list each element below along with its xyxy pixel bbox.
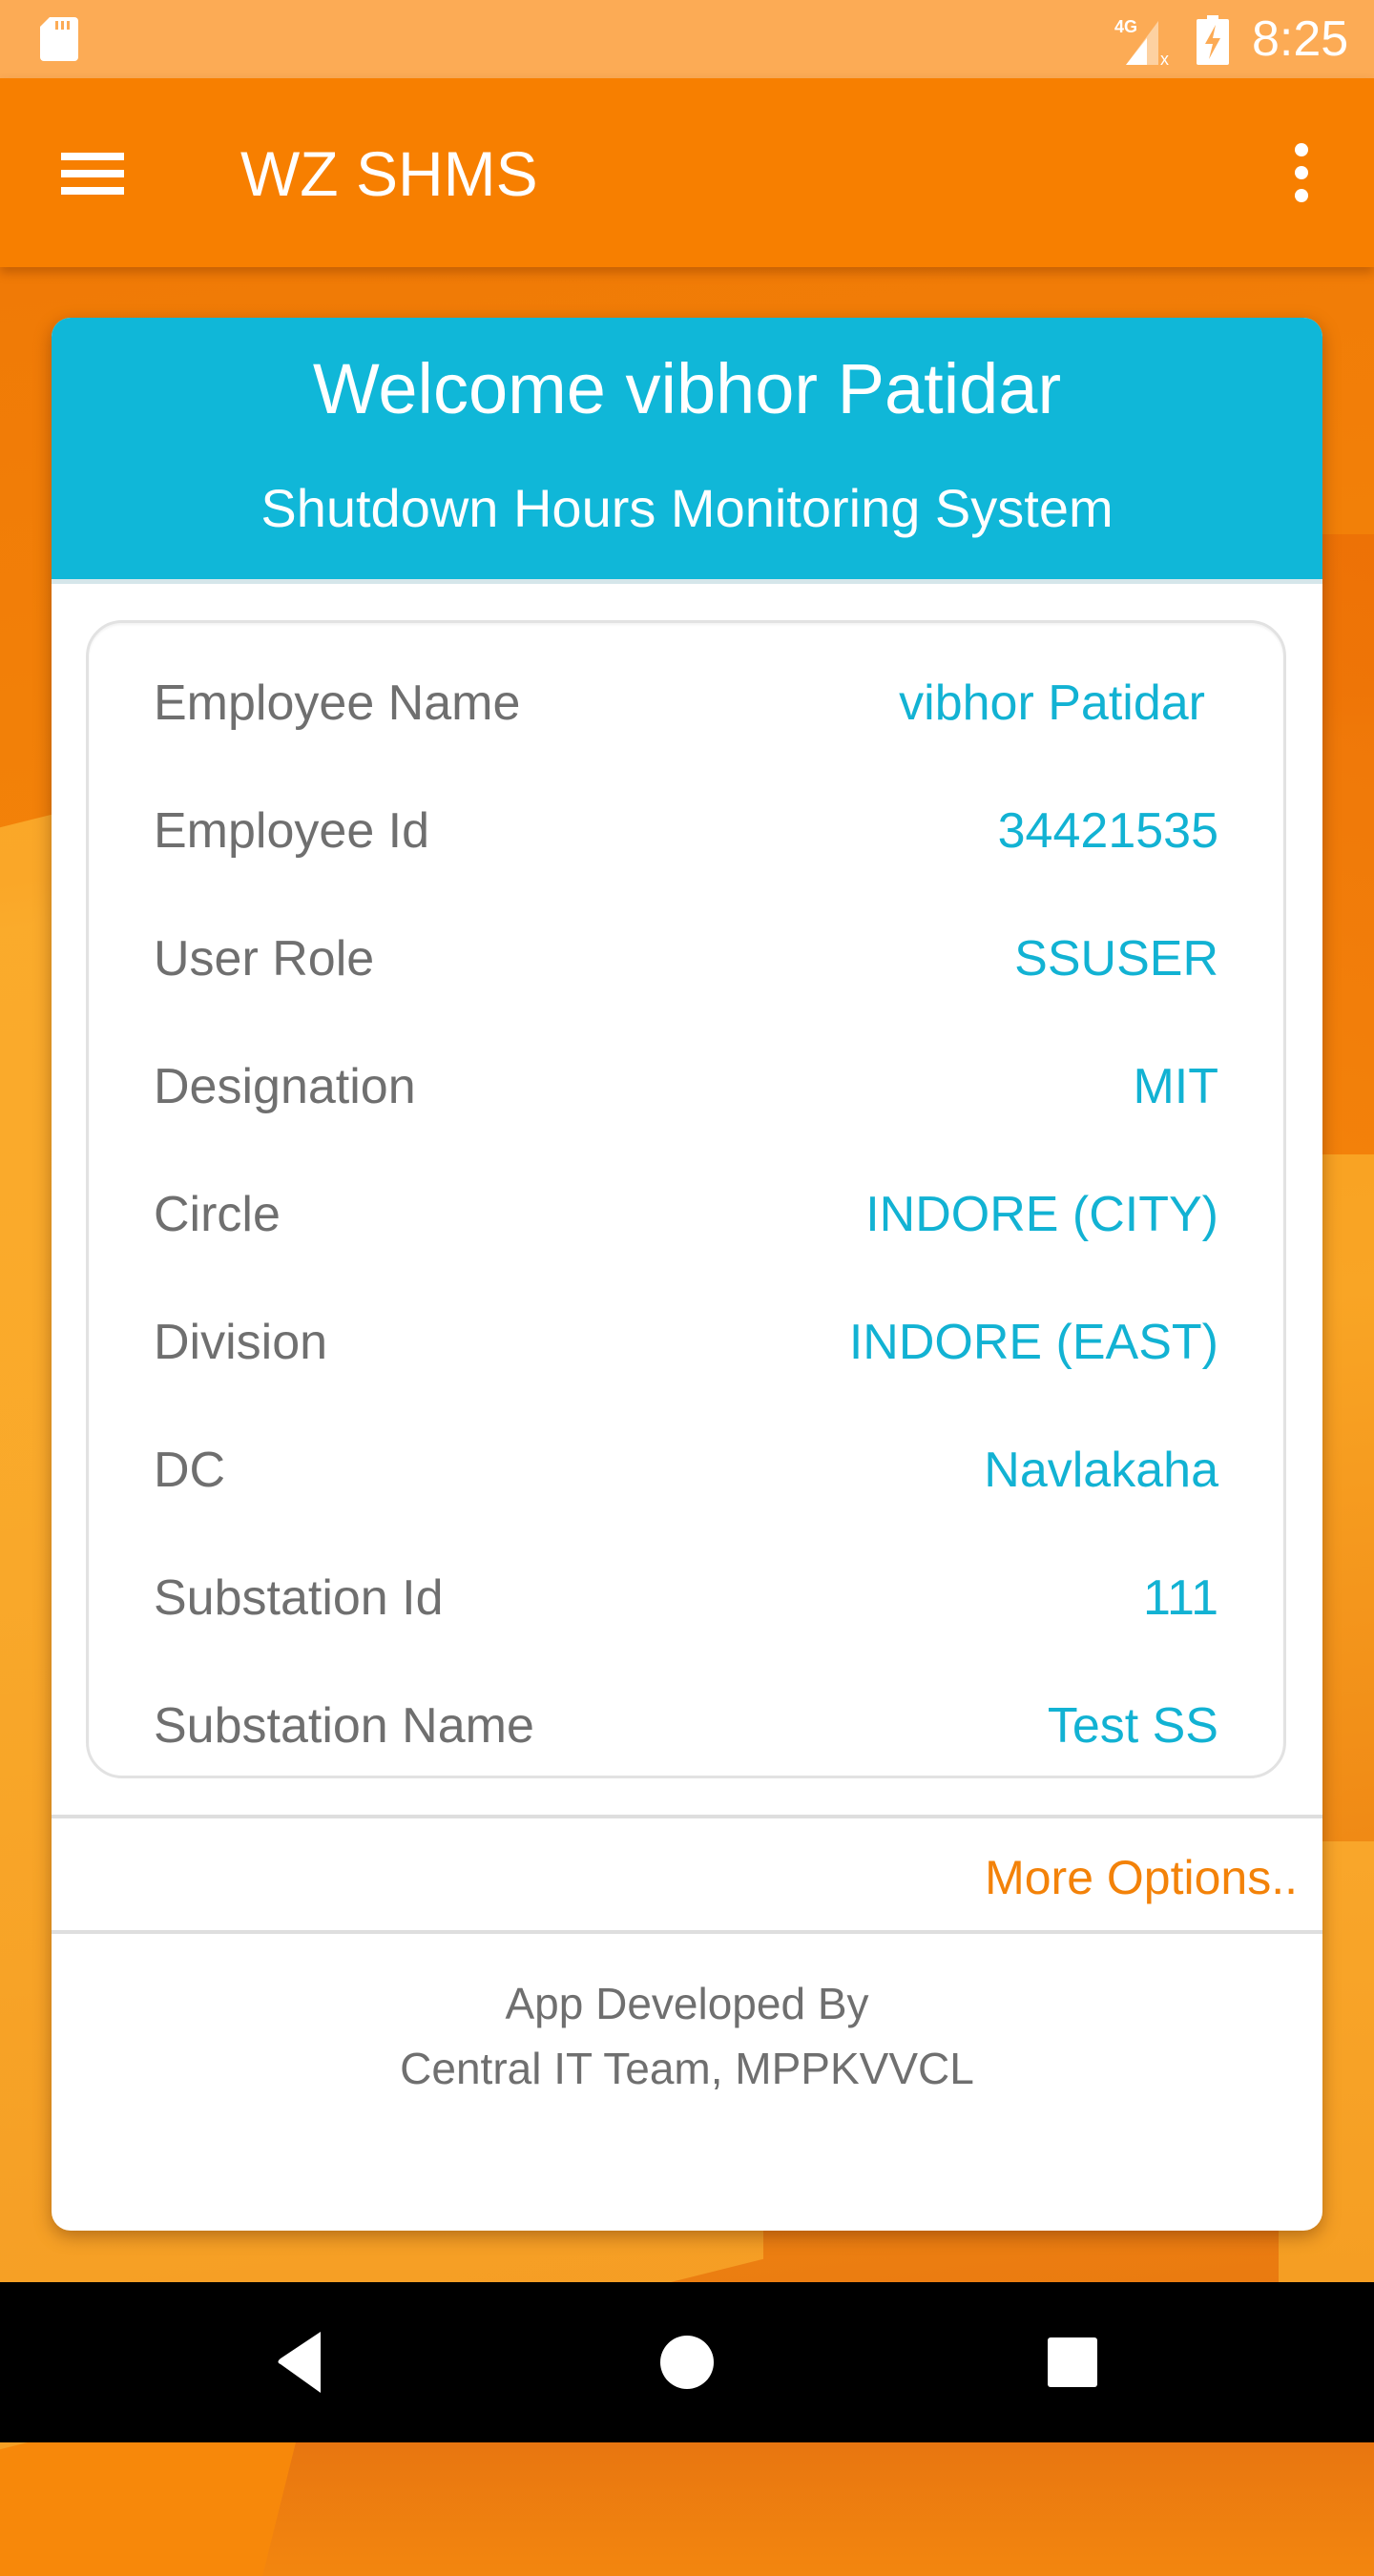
home-circle-icon[interactable] [630, 2315, 744, 2410]
info-value: 34421535 [997, 803, 1218, 859]
info-label: Employee Id [154, 803, 430, 859]
back-triangle-icon[interactable] [244, 2315, 359, 2410]
info-label: DC [154, 1443, 226, 1498]
employee-info-box: Employee Name vibhor Patidar Employee Id… [86, 620, 1286, 1778]
signal-4g-no-data-icon: 4G x [1114, 17, 1169, 65]
more-options-link[interactable]: More Options.. [985, 1844, 1298, 1911]
welcome-title: Welcome vibhor Patidar [312, 349, 1062, 428]
divider [52, 1930, 1322, 1934]
info-value: Test SS [1047, 1698, 1218, 1754]
app-bar: WZ SHMS [0, 78, 1374, 267]
info-row-dc: DC Navlakaha [89, 1423, 1283, 1518]
info-value: Navlakaha [984, 1443, 1218, 1498]
info-value: vibhor Patidar [899, 675, 1205, 731]
status-time: 8:25 [1252, 11, 1349, 67]
more-vert-icon[interactable] [1260, 124, 1345, 219]
info-label: Circle [154, 1187, 281, 1242]
divider [52, 1815, 1322, 1818]
info-row-employee-id: Employee Id 34421535 [89, 783, 1283, 879]
info-label: Substation Name [154, 1698, 534, 1754]
info-row-substation-id: Substation Id 111 [89, 1550, 1283, 1646]
hamburger-menu-icon[interactable] [46, 124, 141, 219]
info-label: Employee Name [154, 675, 521, 731]
info-value: INDORE (EAST) [848, 1315, 1218, 1370]
svg-text:4G: 4G [1114, 17, 1137, 36]
info-label: Substation Id [154, 1570, 444, 1626]
info-value: INDORE (CITY) [865, 1187, 1218, 1242]
info-row-substation-name: Substation Name Test SS [89, 1678, 1283, 1774]
info-row-user-role: User Role SSUSER [89, 911, 1283, 1007]
system-nav-bar [0, 2282, 1374, 2442]
info-value: MIT [1133, 1059, 1218, 1114]
svg-text:x: x [1160, 50, 1169, 65]
recents-square-icon[interactable] [1015, 2315, 1130, 2410]
info-label: Division [154, 1315, 328, 1370]
system-subtitle: Shutdown Hours Monitoring System [260, 478, 1114, 538]
info-row-division: Division INDORE (EAST) [89, 1295, 1283, 1390]
app-title: WZ SHMS [240, 138, 538, 209]
sd-card-icon [40, 17, 78, 61]
info-value: 111 [1142, 1570, 1218, 1626]
developer-credit-line1: App Developed By [505, 1979, 869, 2028]
profile-card: Welcome vibhor Patidar Shutdown Hours Mo… [52, 318, 1322, 2231]
status-bar: 4G x 8:25 [0, 0, 1374, 78]
info-row-designation: Designation MIT [89, 1039, 1283, 1134]
info-row-employee-name: Employee Name vibhor Patidar [89, 655, 1283, 751]
info-value: SSUSER [1014, 931, 1218, 987]
info-label: Designation [154, 1059, 416, 1114]
card-header: Welcome vibhor Patidar Shutdown Hours Mo… [52, 318, 1322, 584]
info-row-circle: Circle INDORE (CITY) [89, 1167, 1283, 1262]
battery-charging-icon [1197, 15, 1229, 65]
developer-credit-line2: Central IT Team, MPPKVVCL [400, 2044, 974, 2093]
info-label: User Role [154, 931, 375, 987]
